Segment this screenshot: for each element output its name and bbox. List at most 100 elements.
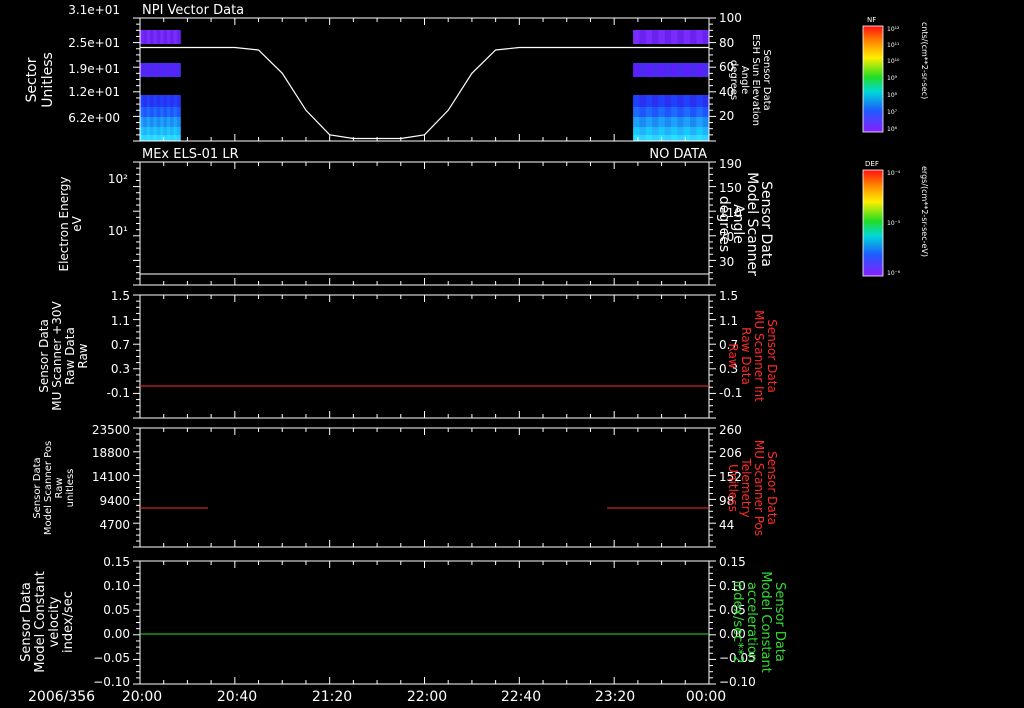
p1-left-tick-2: 1.9e+01 [68, 62, 120, 76]
heat-cell-0-1-5 [156, 63, 161, 77]
sun-elevation-line [140, 46, 709, 140]
p5-left-tick-2: 0.05 [103, 603, 130, 617]
p5-right-tick-5: −0.10 [719, 675, 756, 689]
colorbar-def-tick-0: 10⁻⁴ [887, 170, 901, 177]
heat-cell-1-4-1 [639, 117, 647, 127]
colorbar-def: DEF 10⁻⁴ 10⁻⁵ 10⁻⁶ ergs/(cm**2-sr-sec-eV… [862, 160, 929, 277]
heat-cell-1-2-1 [639, 95, 647, 107]
heat-cell-0-0-7 [163, 30, 168, 44]
heat-cell-1-3-2 [645, 107, 653, 117]
heat-cell-1-2-11 [702, 95, 710, 107]
heat-cell-1-2-7 [677, 95, 685, 107]
heat-cell-1-3-7 [677, 107, 685, 117]
panel-mex-els: MEx ELS-01 LR NO DATA 10² 10¹ 190 150 11… [57, 147, 774, 286]
heat-cell-1-6-7 [677, 135, 685, 141]
heat-cell-1-1-3 [652, 63, 659, 77]
svg-text:MU Scanner Pos: MU Scanner Pos [752, 440, 766, 536]
heat-cell-1-2-6 [671, 95, 678, 107]
heat-cell-1-2-4 [658, 95, 666, 107]
heat-cell-0-2-9 [170, 95, 175, 107]
p3-left-tick-3: 0.3 [111, 362, 130, 376]
heat-cell-0-0-0 [140, 30, 144, 44]
heat-cell-1-2-2 [645, 95, 653, 107]
heat-cell-1-6-8 [683, 135, 691, 141]
p1-left-tick-4: 6.2e+00 [68, 111, 120, 125]
svg-text:unitless: unitless [65, 469, 76, 508]
p3-left-axis-label: Sensor Data MU Scanner +30V Raw Data Raw [37, 301, 90, 411]
p1-right-tick-1: 80 [719, 36, 734, 50]
p1-right-tick-4: 20 [719, 109, 734, 123]
colorbar-def-tick-2: 10⁻⁶ [887, 270, 901, 277]
heat-cell-0-4-5 [156, 117, 161, 127]
heat-cell-1-6-11 [702, 135, 710, 141]
time-tick-3: 22:00 [407, 689, 447, 705]
heat-cell-0-5-11 [176, 127, 181, 135]
p2-left-axis-label: Electron Energy eV [57, 176, 84, 271]
panel2-frame [139, 161, 710, 286]
time-axis: 2006/356 20:00 20:40 21:20 22:00 22:40 2… [28, 689, 726, 705]
panel-mu-scanner-30v: 1.5 1.1 0.7 0.3 -0.1 1.5 1.1 0.7 0.3 -0.… [37, 289, 779, 419]
svg-text:Sensor Data: Sensor Data [772, 582, 787, 662]
panel-model-constant: 0.15 0.10 0.05 0.00 −0.05 −0.10 0.15 0.1… [19, 555, 787, 689]
heat-cell-1-2-8 [683, 95, 691, 107]
p2-left-tick-0: 10² [108, 172, 128, 186]
svg-text:Raw Data: Raw Data [739, 327, 753, 385]
p1-right-tick-0: 100 [719, 11, 742, 25]
heat-cell-1-1-1 [639, 63, 647, 77]
heat-cell-1-5-0 [633, 127, 640, 135]
svg-text:index/sec**2: index/sec**2 [730, 580, 745, 663]
svg-text:Unitless: Unitless [40, 52, 56, 108]
p5-left-axis-label: Sensor Data Model Constant velocity inde… [19, 571, 76, 673]
heat-cell-1-0-11 [702, 30, 710, 44]
heat-cell-1-5-9 [690, 127, 697, 135]
svg-text:index/sec: index/sec [61, 591, 76, 653]
heat-cell-1-2-9 [690, 95, 697, 107]
p3-left-tick-0: 1.5 [111, 289, 130, 303]
heat-cell-1-1-10 [696, 63, 704, 77]
heat-cell-1-0-5 [664, 30, 672, 44]
heat-cell-1-1-9 [690, 63, 697, 77]
p2-right-tick-4: 30 [719, 255, 734, 269]
heat-cell-0-4-7 [163, 117, 168, 127]
colorbar-def-tick-1: 10⁻⁵ [887, 220, 901, 227]
heat-cell-1-4-10 [696, 117, 704, 127]
heat-cell-1-2-5 [664, 95, 672, 107]
heat-cell-0-6-5 [156, 135, 161, 141]
heat-cell-0-4-0 [140, 117, 144, 127]
heat-cell-0-3-0 [140, 107, 144, 117]
heat-cell-1-0-6 [671, 30, 678, 44]
heat-cell-1-1-11 [702, 63, 710, 77]
colorbar-nf-tick-2: 10¹⁰ [887, 58, 900, 65]
heat-cell-0-5-9 [170, 127, 175, 135]
p1-left-tick-3: 1.2e+01 [68, 85, 120, 99]
time-tick-5: 23:20 [595, 689, 635, 705]
panel4-frame [139, 427, 710, 548]
heat-cell-1-6-2 [645, 135, 653, 141]
heat-cell-0-0-4 [153, 30, 158, 44]
p4-right-tick-1: 206 [719, 446, 742, 460]
heat-cell-1-5-5 [664, 127, 672, 135]
heat-cell-1-1-8 [683, 63, 691, 77]
time-tick-1: 20:40 [217, 689, 257, 705]
svg-text:Sensor Data: Sensor Data [761, 49, 772, 110]
heat-cell-0-0-5 [156, 30, 161, 44]
heat-cell-0-4-2 [146, 117, 151, 127]
heat-cell-1-5-3 [652, 127, 659, 135]
heat-cell-1-4-4 [658, 117, 666, 127]
p3-left-tick-1: 1.1 [111, 314, 130, 328]
heat-cell-0-1-0 [140, 63, 144, 77]
svg-text:Model Scanner Pos: Model Scanner Pos [43, 441, 54, 535]
p5-right-axis-label: Sensor Data Model Constant acceleration … [730, 571, 787, 673]
colorbar-nf-tick-1: 10¹¹ [887, 42, 900, 49]
heat-cell-0-5-0 [140, 127, 144, 135]
heat-cell-1-1-7 [677, 63, 685, 77]
p1-left-tick-0: 3.1e+01 [68, 3, 120, 17]
heat-cell-1-3-0 [633, 107, 640, 117]
heat-cell-1-5-11 [702, 127, 710, 135]
p5-left-tick-3: 0.00 [103, 627, 130, 641]
svg-text:Angle: Angle [739, 66, 750, 94]
heat-cell-1-0-10 [696, 30, 704, 44]
panel5-frame [139, 560, 710, 685]
svg-text:Sector: Sector [24, 57, 40, 102]
heat-cell-1-0-8 [683, 30, 691, 44]
